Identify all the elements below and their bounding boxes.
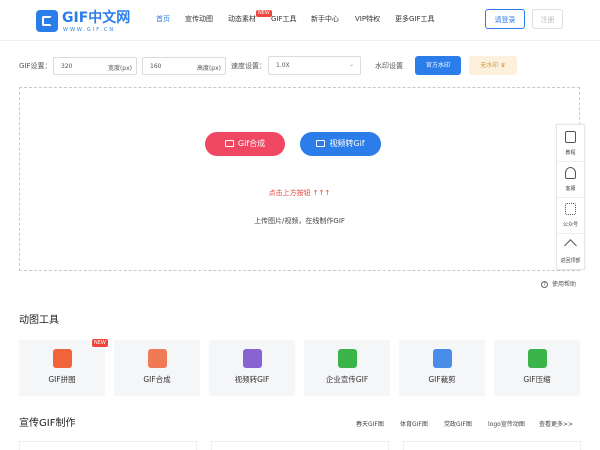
promo-card[interactable] (403, 441, 581, 450)
upload-hint-text: 上传图片/视频，在线制作GIF (254, 217, 345, 225)
register-button[interactable]: 注册 (532, 9, 563, 29)
video-to-gif-label: 视频转Gif (329, 139, 365, 148)
sidebar-support[interactable]: 客服 (557, 161, 584, 198)
promo-card[interactable] (211, 441, 389, 450)
film-icon (316, 140, 326, 147)
nav-item-home[interactable]: 首页 (156, 14, 170, 24)
height-value: 160 (150, 63, 162, 70)
nav-item-promo-gifs[interactable]: 宣传动图 (185, 14, 213, 24)
tool-gif-crop-label: GIF裁剪 (428, 375, 456, 384)
floating-sidebar: 教程 客服 公众号 返回顶部 (556, 124, 585, 270)
sidebar-back-to-top[interactable]: 返回顶部 (557, 233, 584, 269)
tool-gif-puzzle[interactable]: GIF拼图 (19, 340, 105, 396)
tool-gif-crop[interactable]: GIF裁剪 (399, 340, 485, 396)
promo-link-sports[interactable]: 体育GIF图 (400, 419, 428, 428)
zip-icon (528, 349, 547, 368)
tool-enterprise-gif-label: 企业宣传GIF (325, 375, 369, 384)
site-logo[interactable]: GIF中文网 WWW.GIF.CN (36, 10, 132, 36)
video-to-gif-button[interactable]: 视频转Gif (300, 132, 381, 156)
promo-section-title: 宣传GIF制作 (19, 418, 76, 429)
promo-card[interactable] (19, 441, 197, 450)
nav-item-vip[interactable]: VIP特权 (355, 14, 380, 24)
headset-icon (565, 167, 576, 179)
promo-link-spring[interactable]: 春天GIF图 (356, 419, 384, 428)
logo-subtext: WWW.GIF.CN (63, 27, 116, 33)
width-unit: 宽度(px) (107, 65, 132, 72)
speed-select[interactable]: 1.0X ⌄ (268, 56, 361, 75)
sidebar-tutorial[interactable]: 教程 (557, 125, 584, 162)
tool-enterprise-gif[interactable]: 企业宣传GIF (304, 340, 390, 396)
tool-gif-puzzle-label: GIF拼图 (48, 375, 76, 384)
speed-value: 1.0X (276, 62, 290, 69)
login-button[interactable]: 请登录 (485, 9, 525, 29)
width-input[interactable]: 320 宽度(px) (53, 57, 137, 75)
layers-icon (148, 349, 167, 368)
sidebar-support-label: 客服 (565, 186, 576, 192)
tool-new-badge: NEW (92, 339, 108, 347)
document-icon (565, 131, 576, 143)
tools-section-title: 动图工具 (19, 315, 59, 326)
crop-icon (433, 349, 452, 368)
nav-item-dynamic-materials[interactable]: 动态素材 (228, 14, 256, 24)
no-watermark-label: 无水印 (480, 62, 499, 69)
speed-settings-label: 速度设置： (231, 62, 266, 70)
qr-code-icon (565, 203, 576, 215)
promo-link-logo[interactable]: logo宣传动图 (488, 419, 525, 428)
tool-gif-compose[interactable]: GIF合成 (114, 340, 200, 396)
image-icon (338, 349, 357, 368)
nav-new-badge: NEW (256, 10, 272, 17)
sidebar-back-to-top-label: 返回顶部 (560, 258, 581, 264)
gif-compose-button[interactable]: Gif合成 (205, 132, 285, 156)
upload-hint-arrow-text: 点击上方按钮 ↑↑↑ (268, 189, 331, 197)
tool-video-to-gif-label: 视频转GIF (234, 375, 270, 384)
sidebar-wechat-label: 公众号 (562, 222, 578, 228)
nav-item-more-tools[interactable]: 更多GIF工具 (395, 14, 435, 24)
tool-gif-compress[interactable]: GIF压缩 (494, 340, 580, 396)
gif-settings-label: GIF设置： (19, 62, 52, 70)
height-input[interactable]: 160 高度(px) (142, 57, 226, 75)
chevron-up-icon (564, 239, 577, 252)
official-watermark-button[interactable]: 官方水印 (415, 56, 461, 75)
logo-mark-icon (36, 10, 58, 32)
help-icon: ? (541, 281, 548, 288)
upload-area[interactable]: Gif合成 视频转Gif 点击上方按钮 ↑↑↑ 上传图片/视频，在线制作GIF (19, 87, 580, 271)
help-label: 使用帮助 (552, 281, 577, 288)
width-value: 320 (61, 63, 73, 70)
help-link[interactable]: ? 使用帮助 (541, 279, 576, 288)
video-icon (243, 349, 262, 368)
promo-link-view-more[interactable]: 查看更多>> (539, 419, 573, 428)
nav-item-beginner-center[interactable]: 新手中心 (311, 14, 339, 24)
logo-text: GIF中文网 (62, 10, 131, 26)
tool-video-to-gif[interactable]: 视频转GIF (209, 340, 295, 396)
tool-gif-compress-label: GIF压缩 (523, 375, 551, 384)
watermark-settings-label: 水印设置 (375, 62, 403, 70)
no-watermark-button[interactable]: 无水印 ♛ (469, 56, 517, 75)
sidebar-wechat[interactable]: 公众号 (557, 197, 584, 234)
gif-compose-label: Gif合成 (237, 139, 266, 148)
tool-gif-compose-label: GIF合成 (143, 375, 171, 384)
image-icon (224, 140, 234, 147)
crown-icon: ♛ (500, 62, 506, 69)
height-unit: 高度(px) (196, 65, 221, 72)
nav-item-gif-tools[interactable]: GIF工具 (271, 14, 297, 24)
chevron-down-icon: ⌄ (348, 61, 354, 68)
promo-link-party[interactable]: 党政GIF图 (444, 419, 472, 428)
sidebar-tutorial-label: 教程 (565, 150, 576, 156)
puzzle-icon (53, 349, 72, 368)
top-header: GIF中文网 WWW.GIF.CN 首页 宣传动图 动态素材 NEW GIF工具… (0, 0, 600, 41)
